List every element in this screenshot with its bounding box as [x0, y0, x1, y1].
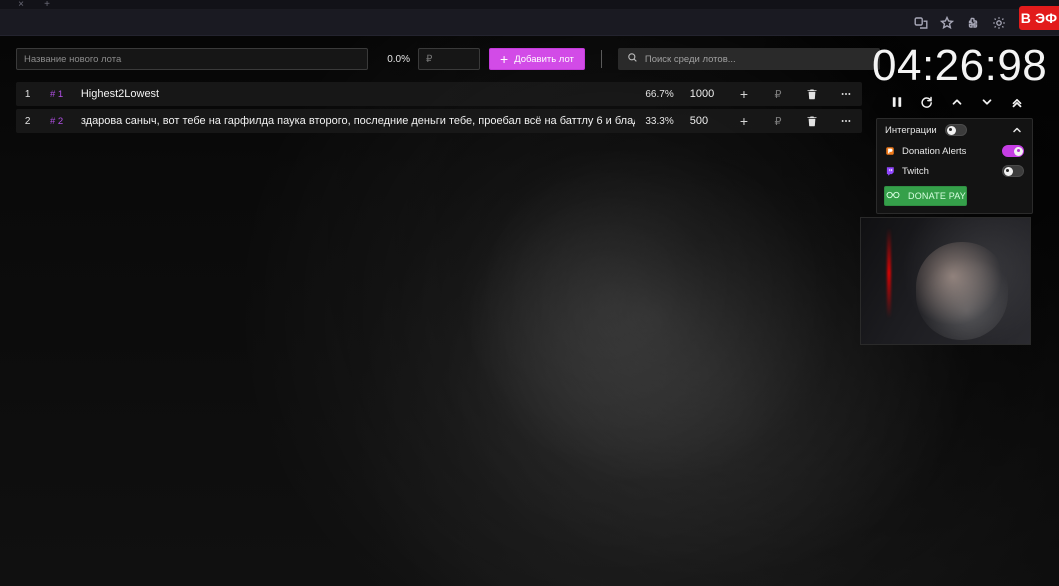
extension-icon[interactable]: [965, 15, 981, 31]
reset-icon: [920, 95, 934, 112]
donate-pay-button[interactable]: DONATE PAY: [884, 186, 968, 206]
new-lot-name-input[interactable]: [16, 48, 368, 70]
translate-icon[interactable]: [913, 15, 929, 31]
trash-icon[interactable]: [804, 86, 820, 102]
toolbar-separator: [600, 50, 602, 68]
chevron-up-icon: [950, 95, 964, 112]
chevron-double-up-icon: [1010, 95, 1024, 112]
new-lot-percent: 0.0%: [387, 53, 410, 65]
webcam-person: [916, 242, 1008, 340]
search-icon: [627, 52, 638, 66]
ruble-icon: ₽: [774, 88, 782, 101]
tab-close-icon[interactable]: ×: [14, 0, 28, 10]
reset-button[interactable]: [918, 94, 936, 112]
lot-actions: + ₽: [736, 109, 862, 133]
timer-down-button[interactable]: [978, 94, 996, 112]
new-lot-amount-input[interactable]: [418, 48, 480, 70]
timer-display: 04:26:98: [872, 41, 1048, 90]
donation-alerts-toggle[interactable]: [1002, 145, 1024, 157]
more-icon[interactable]: [838, 86, 854, 102]
integration-twitch: Twitch: [877, 161, 1032, 181]
lot-tag: # 1: [49, 88, 64, 100]
pause-button[interactable]: [888, 94, 906, 112]
lot-title[interactable]: здарова саныч, вот тебе на гарфилда паук…: [76, 109, 635, 133]
lot-actions: + ₽: [736, 82, 862, 106]
integration-donation-alerts: Donation Alerts: [877, 141, 1032, 161]
webcam-light: [887, 228, 891, 318]
lot-title[interactable]: Highest2Lowest: [76, 82, 635, 106]
lot-index: 1: [24, 88, 31, 100]
add-amount-icon[interactable]: +: [736, 86, 752, 102]
lot-search-input[interactable]: [644, 53, 865, 65]
integrations-header: Интеграции: [877, 119, 1032, 141]
settings-icon[interactable]: [991, 15, 1007, 31]
browser-toolbar: [0, 10, 1059, 36]
lot-add-toolbar: 0.0% + Добавить лот: [16, 48, 880, 70]
chevron-up-icon[interactable]: [1010, 123, 1024, 137]
twitch-icon: [885, 166, 895, 176]
integrations-panel: Интеграции Donation Alerts Twitch DONATE…: [876, 118, 1033, 214]
twitch-toggle[interactable]: [1002, 165, 1024, 177]
pause-icon: [890, 95, 904, 112]
lot-search[interactable]: [617, 48, 880, 70]
integrations-title: Интеграции: [885, 124, 937, 136]
toggle-dot: [948, 128, 952, 131]
integrations-header-left: Интеграции: [885, 124, 967, 136]
donation-alerts-icon: [885, 146, 895, 156]
timer-up-button[interactable]: [948, 94, 966, 112]
timer-controls: [882, 94, 1032, 112]
toggle-dot: [1006, 169, 1009, 172]
more-icon[interactable]: [838, 113, 854, 129]
toggle-dot: [1017, 149, 1020, 152]
integration-label: Donation Alerts: [902, 145, 967, 157]
lot-percent: 33.3%: [645, 115, 674, 127]
lot-amount[interactable]: 500: [674, 109, 736, 133]
chevron-down-icon: [980, 95, 994, 112]
integration-left: Twitch: [885, 166, 929, 177]
new-tab-icon[interactable]: +: [40, 0, 54, 10]
lot-row-2: 2 # 2 здарова саныч, вот тебе на гарфилд…: [16, 109, 862, 133]
trash-icon[interactable]: [804, 113, 820, 129]
lot-index: 2: [24, 115, 31, 127]
timer-collapse-button[interactable]: [1008, 94, 1026, 112]
lots-table: 1 # 1 Highest2Lowest 66.7% 1000 + ₽ 2 # …: [16, 82, 862, 136]
plus-icon: +: [500, 50, 509, 67]
ruble-icon: ₽: [774, 115, 782, 128]
live-badge: В ЭФ: [1019, 6, 1059, 30]
lot-tag: # 2: [49, 115, 64, 127]
integration-label: Twitch: [902, 165, 929, 177]
donate-pay-icon: [885, 190, 901, 202]
browser-toolbar-icons: [913, 13, 1007, 33]
lot-percent: 66.7%: [645, 88, 674, 100]
add-lot-button-label: Добавить лот: [514, 53, 574, 65]
integrations-toggle[interactable]: [944, 124, 967, 136]
add-amount-icon[interactable]: +: [736, 113, 752, 129]
donate-pay-label: DONATE PAY: [908, 191, 967, 201]
add-lot-button[interactable]: + Добавить лот: [489, 48, 585, 70]
integration-left: Donation Alerts: [885, 146, 966, 157]
lot-amount[interactable]: 1000: [674, 82, 736, 106]
bookmark-star-icon[interactable]: [939, 15, 955, 31]
webcam-overlay: [860, 217, 1031, 345]
browser-tabstrip: × +: [0, 0, 1059, 10]
stage: × + В ЭФ 0.0%: [0, 0, 1059, 586]
lot-row-1: 1 # 1 Highest2Lowest 66.7% 1000 + ₽: [16, 82, 862, 106]
